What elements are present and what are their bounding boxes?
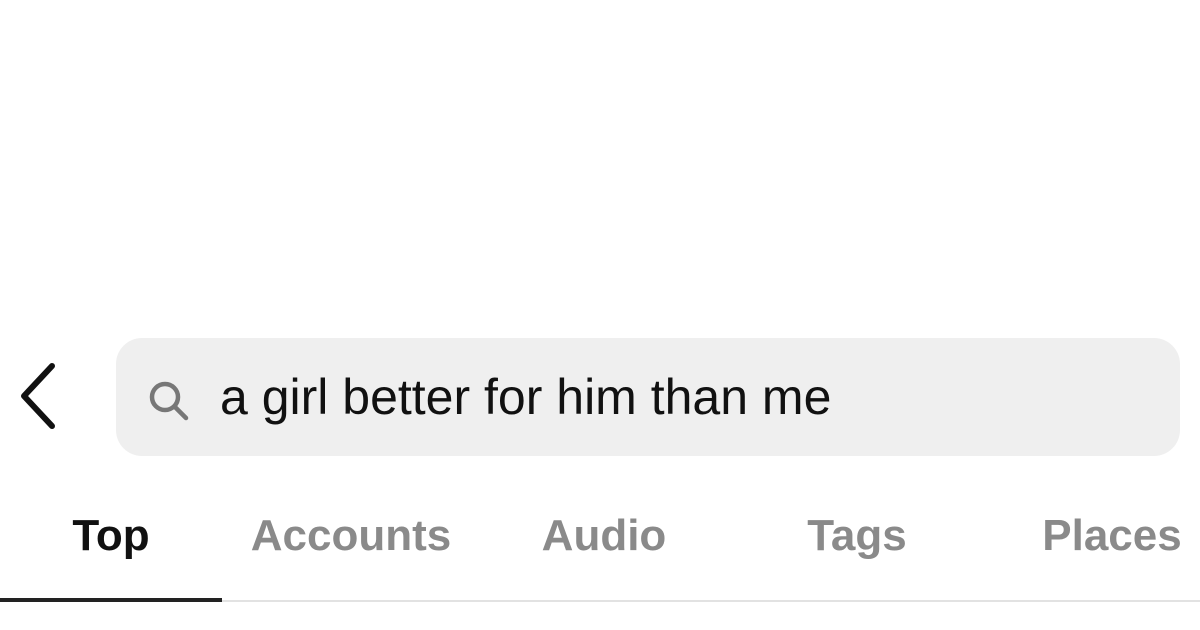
search-icon (146, 378, 192, 424)
tab-places[interactable]: Places (1024, 470, 1200, 602)
tab-top[interactable]: Top (0, 470, 222, 602)
back-button[interactable] (10, 358, 70, 434)
search-screen: Top Accounts Audio Tags Places (0, 0, 1200, 630)
tab-audio-label: Audio (541, 511, 667, 560)
search-bar[interactable] (116, 338, 1180, 456)
tab-divider (222, 600, 1200, 602)
tab-audio[interactable]: Audio (516, 470, 692, 602)
tab-accounts-label: Accounts (250, 511, 452, 560)
active-tab-indicator (0, 598, 222, 602)
tab-top-label: Top (72, 511, 150, 560)
search-tabs: Top Accounts Audio Tags Places (0, 470, 1200, 606)
tab-accounts[interactable]: Accounts (236, 470, 466, 602)
tab-places-label: Places (1042, 511, 1182, 560)
chevron-left-icon (10, 358, 70, 434)
tab-tags[interactable]: Tags (772, 470, 942, 602)
search-input[interactable] (220, 338, 1160, 456)
tab-tags-label: Tags (807, 511, 907, 560)
search-header (0, 338, 1200, 456)
